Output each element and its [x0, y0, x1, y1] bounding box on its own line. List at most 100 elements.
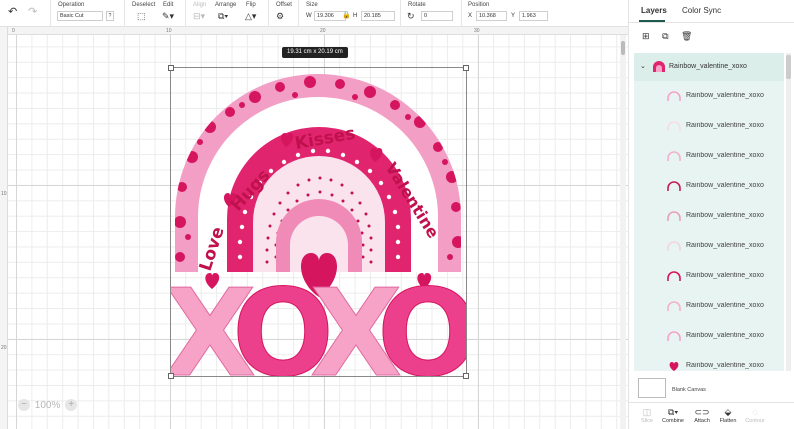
duplicate-icon[interactable]: ⧉ [662, 31, 668, 41]
layers-panel: Layers Color Sync ⊞ ⧉ 🗑 ⌄ Rainbow_valent… [628, 0, 794, 429]
zoom-in-button[interactable]: + [65, 399, 78, 411]
layer-row[interactable]: Rainbow_valentine_xoxo [634, 111, 784, 141]
ruler-top: 0 10 20 30 [0, 27, 628, 35]
layer-name: Rainbow_valentine_xoxo [686, 182, 764, 189]
layer-thumbnail [667, 301, 681, 311]
layer-group-row[interactable]: ⌄ Rainbow_valentine_xoxo [634, 53, 784, 81]
size-h-label: H [353, 13, 358, 19]
layer-thumbnail [667, 91, 681, 101]
size-height-field[interactable]: 20.185 [361, 11, 395, 21]
canvas-area[interactable]: 0 10 20 30 10 20 19.31 cm x 20.19 cm Lov… [0, 27, 628, 429]
zoom-out-button[interactable]: − [18, 399, 30, 411]
pos-x-label: X [468, 13, 473, 19]
ruler-left: 10 20 [0, 27, 8, 429]
layer-row[interactable]: Rainbow_valentine_xoxo [634, 291, 784, 321]
chevron-down-icon[interactable]: ⌄ [640, 53, 646, 81]
deselect-label: Deselect [132, 2, 156, 8]
layer-actions: ◫ Slice ⧉▾ Combine ⊂⊃ Attach ⬙ Flatten ◌ Cont… [629, 402, 794, 429]
arrange-label: Arrange [215, 2, 237, 8]
layer-thumbnail [667, 271, 681, 281]
group-name: Rainbow_valentine_xoxo [669, 63, 747, 70]
position-x-field[interactable]: 10.368 [476, 11, 507, 21]
resize-handle-se[interactable] [463, 373, 469, 379]
flatten-button[interactable]: ⬙ Flatten [715, 406, 741, 424]
canvas-scrollbar[interactable] [620, 35, 626, 429]
layer-name: Rainbow_valentine_xoxo [686, 92, 764, 99]
layer-thumbnail [669, 362, 679, 371]
layer-name: Rainbow_valentine_xoxo [686, 242, 764, 249]
size-w-label: W [306, 13, 312, 19]
resize-handle-ne[interactable] [463, 65, 469, 71]
panel-scrollbar[interactable] [786, 53, 791, 371]
delete-icon[interactable]: 🗑 [681, 31, 692, 41]
rotate-field[interactable]: 0 [421, 11, 453, 21]
layer-thumbnail [667, 151, 681, 161]
flip-label: Flip [246, 2, 256, 8]
flatten-icon: ⬙ [724, 407, 732, 417]
align-label: Align [193, 2, 207, 8]
lock-icon[interactable]: 🔒 [342, 11, 351, 21]
tab-layers[interactable]: Layers [641, 6, 667, 15]
slice-icon: ◫ [642, 407, 652, 417]
layer-tools: ⊞ ⧉ 🗑 [642, 31, 702, 42]
layer-name: Rainbow_valentine_xoxo [686, 122, 764, 129]
edit-pencil-icon[interactable]: ✎▾ [162, 11, 174, 21]
layer-row[interactable]: Rainbow_valentine_xoxo [634, 231, 784, 261]
layer-thumbnail [667, 241, 681, 251]
operation-label: Operation [58, 2, 85, 8]
edit-toolbar: ↶ ↷ Operation Basic Cut ? Deselect ⬚ Edi… [0, 0, 628, 27]
blank-canvas-label: Blank Canvas [672, 387, 706, 393]
active-tab-indicator [639, 20, 665, 22]
layer-name: Rainbow_valentine_xoxo [686, 302, 764, 309]
layer-row[interactable]: Rainbow_valentine_xoxo [634, 321, 784, 351]
pos-y-label: Y [511, 13, 516, 19]
group-thumbnail [653, 61, 665, 72]
panel-tabs: Layers Color Sync [629, 0, 794, 23]
layer-name: Rainbow_valentine_xoxo [686, 362, 764, 369]
layer-thumbnail [667, 331, 681, 341]
group-icon[interactable]: ⊞ [642, 31, 650, 41]
operation-help-button[interactable]: ? [106, 11, 114, 21]
resize-handle-nw[interactable] [168, 65, 174, 71]
position-y-field[interactable]: 1.963 [519, 11, 548, 21]
layer-name: Rainbow_valentine_xoxo [686, 332, 764, 339]
rotate-label: Rotate [408, 2, 426, 8]
undo-icon[interactable]: ↶ [8, 7, 17, 18]
deselect-icon[interactable]: ⬚ [137, 11, 146, 21]
layer-thumbnail [667, 121, 681, 131]
arrange-icon[interactable]: ⧉▾ [218, 11, 228, 21]
contour-button[interactable]: ◌ Contour [742, 406, 768, 424]
attach-icon: ⊂⊃ [694, 407, 710, 417]
layer-row[interactable]: Rainbow_valentine_xoxo [634, 141, 784, 171]
layer-row[interactable]: Rainbow_valentine_xoxo [634, 81, 784, 111]
design-space: ↶ ↷ Operation Basic Cut ? Deselect ⬚ Edi… [0, 0, 794, 429]
layer-thumbnail [667, 181, 681, 191]
dimension-tooltip: 19.31 cm x 20.19 cm [282, 47, 348, 58]
layer-row[interactable]: Rainbow_valentine_xoxo [634, 171, 784, 201]
layers-list: ⌄ Rainbow_valentine_xoxo Rainbow_valenti… [634, 53, 784, 371]
canvas-swatch[interactable] [638, 378, 666, 398]
layer-row[interactable]: Rainbow_valentine_xoxo [634, 201, 784, 231]
layer-name: Rainbow_valentine_xoxo [686, 152, 764, 159]
edit-label: Edit [163, 2, 174, 8]
zoom-control: − 100% + [18, 399, 78, 411]
zoom-level: 100% [34, 399, 61, 411]
combine-button[interactable]: ⧉▾ Combine [660, 406, 686, 424]
offset-icon[interactable]: ⚙ [276, 11, 284, 21]
align-icon[interactable]: ⊟▾ [193, 11, 205, 21]
slice-button[interactable]: ◫ Slice [634, 406, 660, 424]
redo-icon[interactable]: ↷ [28, 7, 37, 18]
layer-name: Rainbow_valentine_xoxo [686, 272, 764, 279]
layer-row[interactable]: Rainbow_valentine_xoxo [634, 351, 784, 381]
layer-row[interactable]: Rainbow_valentine_xoxo [634, 261, 784, 291]
combine-icon: ⧉▾ [667, 407, 679, 417]
flip-icon[interactable]: △▾ [245, 11, 256, 21]
tab-color-sync[interactable]: Color Sync [682, 6, 721, 15]
rotate-icon[interactable]: ↻ [407, 11, 415, 21]
resize-handle-sw[interactable] [168, 373, 174, 379]
layer-name: Rainbow_valentine_xoxo [686, 212, 764, 219]
contour-icon: ◌ [752, 407, 758, 417]
attach-button[interactable]: ⊂⊃ Attach [689, 406, 715, 424]
operation-select[interactable]: Basic Cut [57, 11, 103, 21]
selection-box[interactable] [168, 65, 469, 379]
